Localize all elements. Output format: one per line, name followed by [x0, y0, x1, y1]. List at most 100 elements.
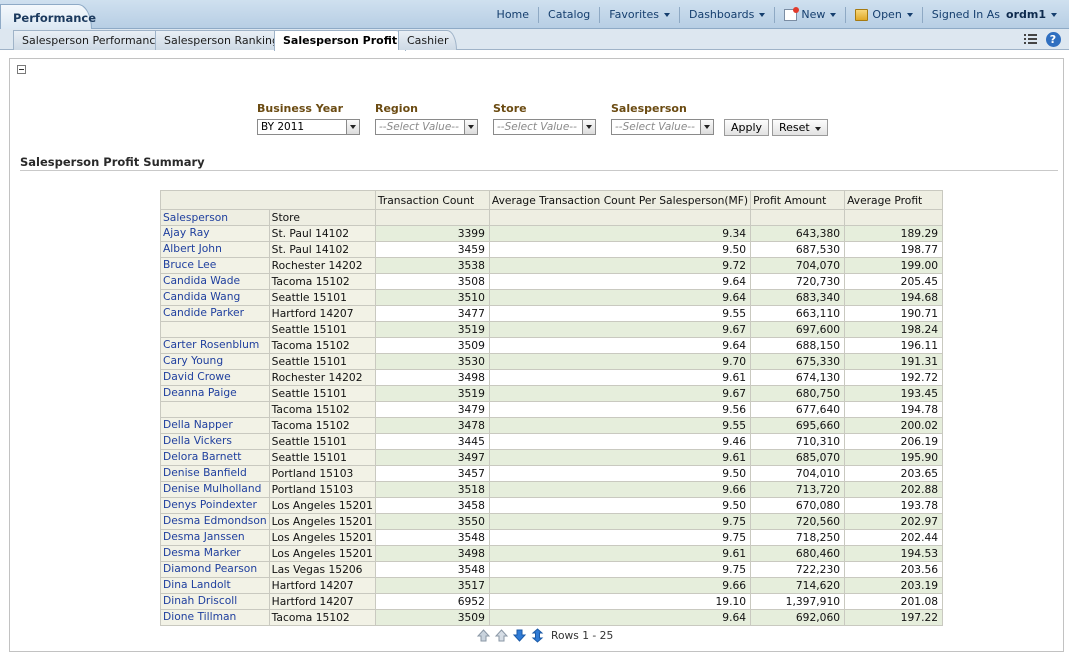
store-cell: Rochester 14202 — [268, 369, 376, 386]
transaction-count-cell: 3548 — [374, 529, 490, 546]
catalog-link[interactable]: Catalog — [538, 6, 599, 23]
help-button[interactable]: ? — [1045, 31, 1061, 47]
header-avg-transaction[interactable]: Average Transaction Count Per Salesperso… — [488, 190, 752, 210]
salesperson-cell[interactable]: Desma Marker — [160, 545, 270, 562]
header-transaction-count[interactable]: Transaction Count — [374, 190, 490, 210]
avg-transaction-cell: 9.55 — [488, 305, 752, 322]
store-cell: Tacoma 15102 — [268, 609, 376, 626]
app-title-tab[interactable]: Performance — [0, 4, 96, 29]
apply-button[interactable]: Apply — [724, 119, 770, 136]
new-menu[interactable]: New — [774, 6, 845, 23]
favorites-menu[interactable]: Favorites — [599, 6, 679, 23]
avg-transaction-cell: 9.50 — [488, 241, 752, 258]
profit-amount-cell: 695,660 — [750, 417, 846, 434]
transaction-count-cell: 3530 — [374, 353, 490, 370]
salesperson-cell[interactable]: Denise Mulholland — [160, 481, 270, 498]
salesperson-cell[interactable]: Diamond Pearson — [160, 561, 270, 578]
user-menu[interactable]: Signed In As ordm1 — [921, 6, 1069, 23]
salesperson-cell[interactable]: Candide Parker — [160, 305, 270, 322]
average-profit-cell: 205.45 — [844, 273, 944, 290]
dropdown-arrow-icon[interactable] — [464, 120, 477, 134]
transaction-count-cell: 3508 — [374, 273, 490, 290]
home-link[interactable]: Home — [488, 7, 538, 23]
profit-amount-cell: 677,640 — [750, 401, 846, 418]
collapse-icon[interactable] — [17, 65, 26, 74]
open-menu[interactable]: Open — [845, 6, 921, 23]
first-page-icon[interactable] — [475, 627, 491, 643]
salesperson-cell[interactable]: Della Vickers — [160, 433, 270, 450]
profit-amount-cell: 663,110 — [750, 305, 846, 322]
all-pages-icon[interactable] — [529, 627, 545, 643]
salesperson-cell[interactable]: Dinah Driscoll — [160, 593, 270, 610]
transaction-count-cell: 3458 — [374, 497, 490, 514]
profit-amount-cell: 720,560 — [750, 513, 846, 530]
header-store[interactable]: Store — [268, 209, 376, 226]
salesperson-cell[interactable]: Desma Edmondson — [160, 513, 270, 530]
profit-amount-cell: 692,060 — [750, 609, 846, 626]
tab-salesperson-profit[interactable]: Salesperson Profit — [274, 30, 407, 51]
salesperson-cell[interactable]: Carter Rosenblum — [160, 337, 270, 354]
salesperson-cell[interactable]: Desma Janssen — [160, 529, 270, 546]
open-label: Open — [872, 8, 902, 21]
salesperson-cell[interactable]: Denise Banfield — [160, 465, 270, 482]
header-spacer — [750, 209, 846, 226]
dashboards-menu[interactable]: Dashboards — [678, 6, 774, 23]
next-page-icon[interactable] — [511, 627, 527, 643]
transaction-count-cell: 3510 — [374, 289, 490, 306]
previous-page-icon[interactable] — [493, 627, 509, 643]
dropdown-arrow-icon[interactable] — [700, 120, 713, 134]
table-body: Ajay Ray St. Paul 14102 3399 9.34 643,380 189… — [160, 225, 944, 626]
salesperson-cell[interactable]: Delora Barnett — [160, 449, 270, 466]
salesperson-cell[interactable]: Candida Wade — [160, 273, 270, 290]
dropdown-arrow-icon[interactable] — [582, 120, 595, 134]
profit-amount-cell: 697,600 — [750, 321, 846, 338]
salesperson-cell[interactable]: Cary Young — [160, 353, 270, 370]
tab-salesperson-performance[interactable]: Salesperson Performance — [13, 30, 172, 50]
salesperson-cell[interactable]: Ajay Ray — [160, 225, 270, 242]
business-year-select[interactable]: BY 2011 — [257, 119, 360, 135]
profit-amount-cell: 704,070 — [750, 257, 846, 274]
salesperson-cell[interactable]: Bruce Lee — [160, 257, 270, 274]
salesperson-cell[interactable]: Deanna Paige — [160, 385, 270, 402]
salesperson-cell[interactable]: David Crowe — [160, 369, 270, 386]
table-row: Desma Edmondson Los Angeles 15201 3550 9.75… — [160, 513, 944, 530]
header-average-profit[interactable]: Average Profit — [844, 190, 944, 210]
average-profit-cell: 194.53 — [844, 545, 944, 562]
signed-in-label: Signed In As — [931, 8, 1001, 21]
salesperson-prompt: Salesperson --Select Value-- — [611, 102, 714, 135]
rows-range: Rows 1 - 25 — [551, 628, 614, 642]
salesperson-select[interactable]: --Select Value-- — [611, 119, 714, 135]
avg-transaction-cell: 9.75 — [488, 513, 752, 530]
transaction-count-cell: 3497 — [374, 449, 490, 466]
store-cell: Seattle 15101 — [268, 385, 376, 402]
avg-transaction-cell: 9.75 — [488, 561, 752, 578]
header-profit-amount[interactable]: Profit Amount — [750, 190, 846, 210]
profit-amount-cell: 680,750 — [750, 385, 846, 402]
salesperson-cell[interactable]: Denys Poindexter — [160, 497, 270, 514]
transaction-count-cell: 3457 — [374, 465, 490, 482]
profit-amount-cell: 687,530 — [750, 241, 846, 258]
store-select[interactable]: --Select Value-- — [493, 119, 596, 135]
salesperson-cell[interactable]: Candida Wang — [160, 289, 270, 306]
profit-amount-cell: 722,230 — [750, 561, 846, 578]
transaction-count-cell: 3498 — [374, 369, 490, 386]
report-title: Salesperson Profit Summary — [20, 155, 205, 169]
tab-cashier[interactable]: Cashier — [398, 30, 458, 50]
reset-button[interactable]: Reset — [772, 119, 828, 136]
list-menu-icon[interactable] — [1023, 31, 1039, 47]
table-row: Dina Landolt Hartford 14207 3517 9.66 714,62… — [160, 577, 944, 594]
store-cell: Los Angeles 15201 — [268, 497, 376, 514]
avg-transaction-cell: 9.56 — [488, 401, 752, 418]
dropdown-arrow-icon[interactable] — [346, 120, 359, 134]
salesperson-cell[interactable]: Dione Tillman — [160, 609, 270, 626]
salesperson-cell[interactable]: Dina Landolt — [160, 577, 270, 594]
avg-transaction-cell: 9.55 — [488, 417, 752, 434]
new-document-icon — [784, 6, 800, 21]
tab-salesperson-ranking[interactable]: Salesperson Ranking — [155, 30, 288, 50]
salesperson-cell[interactable]: Albert John — [160, 241, 270, 258]
store-cell: Rochester 14202 — [268, 257, 376, 274]
region-select[interactable]: --Select Value-- — [375, 119, 478, 135]
salesperson-cell[interactable]: Della Napper — [160, 417, 270, 434]
header-salesperson[interactable]: Salesperson — [160, 209, 270, 226]
region-placeholder: --Select Value-- — [379, 121, 459, 133]
